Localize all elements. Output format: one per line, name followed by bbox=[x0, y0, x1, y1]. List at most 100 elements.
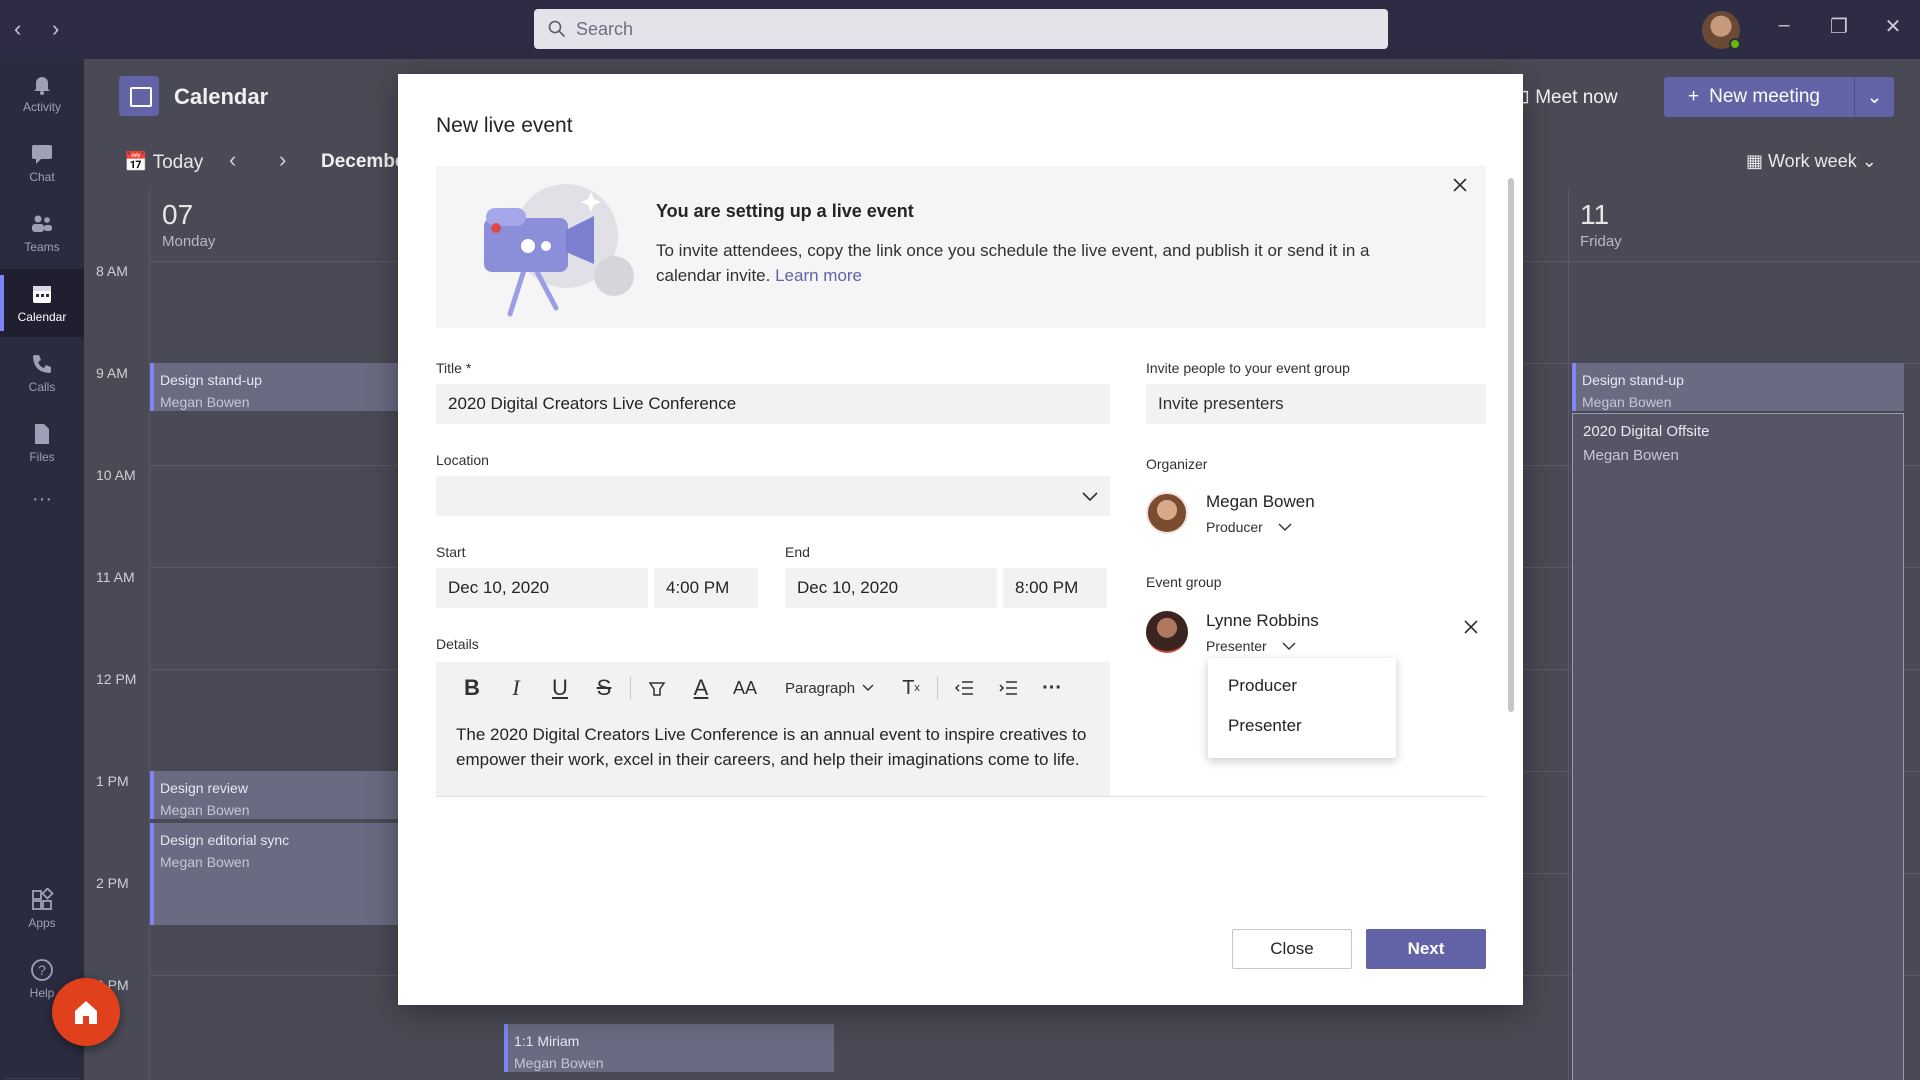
search-input[interactable]: Search bbox=[534, 9, 1388, 49]
role-dropdown-menu: Producer Presenter bbox=[1208, 658, 1396, 758]
increase-indent-icon[interactable] bbox=[986, 670, 1030, 706]
meet-now-button[interactable]: ⊡ Meet now bbox=[1514, 86, 1618, 109]
start-time-input[interactable]: 4:00 PM bbox=[654, 568, 758, 608]
chevron-down-icon[interactable] bbox=[1080, 486, 1100, 506]
close-button[interactable]: Close bbox=[1232, 929, 1352, 969]
end-time-input[interactable]: 8:00 PM bbox=[1003, 568, 1107, 608]
format-toolbar: B I U S A AA Paragraph Tx ··· bbox=[436, 662, 1110, 714]
time-label: 1 PM bbox=[96, 773, 129, 789]
italic-icon[interactable]: I bbox=[494, 670, 538, 706]
bell-icon bbox=[34, 77, 50, 95]
search-icon bbox=[548, 20, 566, 38]
prev-week-icon[interactable]: ‹ bbox=[229, 147, 236, 173]
close-window-icon[interactable]: ✕ bbox=[1878, 14, 1908, 39]
member-role-dropdown[interactable]: Presenter bbox=[1206, 638, 1297, 654]
teams-icon bbox=[32, 215, 52, 232]
rail-item-chat[interactable]: Chat bbox=[0, 129, 84, 197]
today-button[interactable]: 📅 Today bbox=[124, 150, 203, 174]
toolbar-divider bbox=[937, 677, 939, 699]
avatar bbox=[1146, 611, 1188, 653]
start-label: Start bbox=[436, 544, 466, 560]
details-text[interactable]: The 2020 Digital Creators Live Conferenc… bbox=[456, 722, 1096, 772]
remove-member-icon[interactable] bbox=[1460, 616, 1482, 638]
next-button[interactable]: Next bbox=[1366, 929, 1486, 969]
time-label: 2 PM bbox=[96, 875, 129, 891]
role-option-presenter[interactable]: Presenter bbox=[1208, 706, 1396, 746]
banner-body: To invite attendees, copy the link once … bbox=[656, 241, 1370, 285]
learn-more-link[interactable]: Learn more bbox=[775, 266, 862, 285]
minimize-icon[interactable]: – bbox=[1769, 14, 1799, 37]
day-header-friday: 11 Friday bbox=[1580, 199, 1622, 250]
bold-icon[interactable]: B bbox=[450, 670, 494, 706]
event-title: Design editorial sync bbox=[160, 832, 290, 848]
highlight-icon[interactable] bbox=[635, 670, 679, 706]
rail-item-calls[interactable]: Calls bbox=[0, 339, 84, 407]
avatar bbox=[1146, 492, 1188, 534]
rail-item-apps[interactable]: Apps bbox=[0, 875, 84, 943]
chevron-down-icon bbox=[1278, 523, 1292, 531]
decrease-indent-icon[interactable] bbox=[942, 670, 986, 706]
rail-label: Activity bbox=[22, 100, 61, 114]
details-editor[interactable]: B I U S A AA Paragraph Tx ··· The 2020 D… bbox=[436, 662, 1110, 796]
member-role: Presenter bbox=[1206, 638, 1267, 654]
close-icon[interactable] bbox=[1449, 174, 1471, 196]
user-avatar[interactable] bbox=[1702, 11, 1741, 50]
next-week-icon[interactable]: › bbox=[279, 147, 286, 173]
grid-line bbox=[149, 189, 150, 1080]
clear-formatting-icon[interactable]: Tx bbox=[889, 670, 933, 706]
apps-icon bbox=[32, 888, 54, 910]
camera-illustration-icon bbox=[484, 184, 634, 317]
calendar-event[interactable]: Design review Megan Bowen bbox=[150, 771, 410, 819]
end-date-input[interactable]: Dec 10, 2020 bbox=[785, 568, 997, 608]
font-size-icon[interactable]: AA bbox=[723, 670, 767, 706]
calendar-event[interactable]: Design editorial sync Megan Bowen bbox=[150, 823, 410, 925]
calendar-event[interactable]: 1:1 Miriam Megan Bowen bbox=[504, 1024, 834, 1072]
organizer-name: Megan Bowen bbox=[1206, 492, 1315, 511]
rail-item-files[interactable]: Files bbox=[0, 409, 84, 477]
day-number: 11 bbox=[1580, 199, 1610, 230]
rail-label: Apps bbox=[28, 916, 56, 930]
rail-item-calendar[interactable]: Calendar bbox=[0, 269, 84, 337]
paragraph-dropdown[interactable]: Paragraph bbox=[767, 680, 889, 697]
details-label: Details bbox=[436, 636, 479, 652]
dialog-scrollbar[interactable] bbox=[1508, 178, 1514, 712]
home-button[interactable] bbox=[52, 978, 120, 1046]
plus-icon: + bbox=[1688, 86, 1700, 107]
role-option-producer[interactable]: Producer bbox=[1208, 666, 1396, 706]
organizer-role-dropdown[interactable]: Producer bbox=[1206, 519, 1293, 535]
title-input[interactable]: 2020 Digital Creators Live Conference bbox=[436, 384, 1110, 424]
location-label: Location bbox=[436, 452, 489, 468]
rail-item-activity[interactable]: Activity bbox=[0, 59, 84, 127]
event-title: 1:1 Miriam bbox=[514, 1033, 580, 1049]
event-organizer: Megan Bowen bbox=[160, 854, 250, 870]
paragraph-label: Paragraph bbox=[785, 679, 856, 697]
invite-presenters-input[interactable]: Invite presenters bbox=[1146, 384, 1486, 424]
day-name: Monday bbox=[162, 233, 216, 250]
rail-label: Help bbox=[29, 986, 55, 1000]
font-color-icon[interactable]: A bbox=[679, 670, 723, 706]
calendar-event[interactable]: Design stand-up Megan Bowen bbox=[150, 363, 410, 411]
underline-icon[interactable]: U bbox=[538, 670, 582, 706]
rail-item-teams[interactable]: Teams bbox=[0, 199, 84, 267]
location-input[interactable] bbox=[436, 476, 1110, 516]
restore-icon[interactable]: ❐ bbox=[1824, 14, 1854, 39]
title-bar: ‹ › Search – ❐ ✕ bbox=[0, 0, 1920, 59]
calendar-event[interactable]: Design stand-up Megan Bowen bbox=[1572, 363, 1904, 411]
event-title: Design stand-up bbox=[160, 372, 262, 388]
chevron-down-icon bbox=[1282, 642, 1296, 650]
more-apps-icon[interactable]: ··· bbox=[0, 479, 84, 519]
back-arrow-icon[interactable]: ‹ bbox=[14, 16, 21, 42]
search-placeholder: Search bbox=[576, 18, 634, 39]
rail-label: Calendar bbox=[17, 310, 67, 324]
member-name: Lynne Robbins bbox=[1206, 611, 1319, 630]
chevron-down-icon[interactable]: ⌄ bbox=[1854, 77, 1894, 117]
forward-arrow-icon[interactable]: › bbox=[52, 16, 59, 42]
new-meeting-button[interactable]: + New meeting ⌄ bbox=[1664, 77, 1894, 117]
strikethrough-icon[interactable]: S bbox=[582, 670, 626, 706]
calendar-event-allday[interactable]: 2020 Digital Offsite Megan Bowen bbox=[1572, 413, 1904, 1080]
time-label: 10 AM bbox=[96, 467, 136, 483]
view-selector[interactable]: ▦ Work week ⌄ bbox=[1746, 151, 1877, 172]
today-label: Today bbox=[152, 152, 204, 173]
more-options-icon[interactable]: ··· bbox=[1030, 670, 1074, 706]
start-date-input[interactable]: Dec 10, 2020 bbox=[436, 568, 648, 608]
